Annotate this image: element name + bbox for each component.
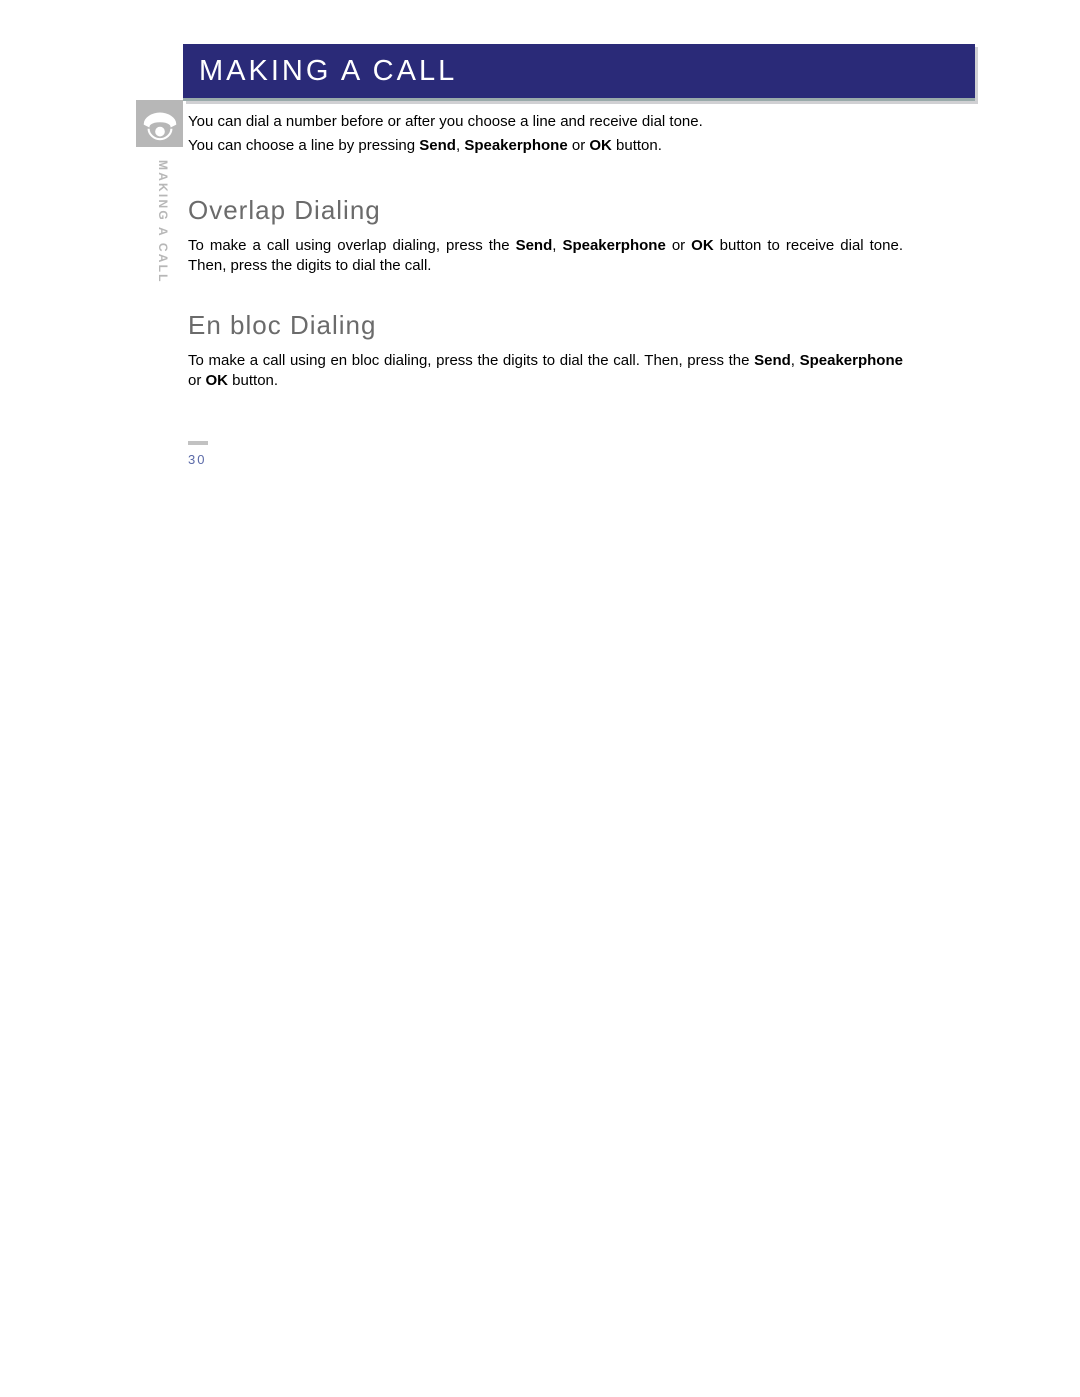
send-label: Send: [516, 237, 553, 254]
section1-body: To make a call using overlap dialing, pr…: [188, 236, 903, 277]
phone-handset-icon-svg: [141, 105, 179, 143]
text: To make a call using overlap dialing, pr…: [188, 237, 516, 254]
page-number: 30: [188, 452, 206, 467]
send-label: Send: [419, 137, 456, 154]
speakerphone-label: Speakerphone: [562, 237, 665, 254]
send-label: Send: [754, 352, 791, 369]
text: or: [666, 237, 691, 254]
section2-body: To make a call using en bloc dialing, pr…: [188, 351, 903, 392]
speakerphone-label: Speakerphone: [464, 137, 567, 154]
side-vertical-label: MAKING A CALL: [156, 160, 170, 284]
body-content: You can dial a number before or after yo…: [188, 112, 903, 392]
speakerphone-label: Speakerphone: [800, 352, 903, 369]
chapter-title: MAKING A CALL: [199, 55, 457, 88]
text: You can choose a line by pressing: [188, 137, 419, 154]
phone-handset-icon: [136, 100, 183, 147]
document-page: MAKING A CALL MAKING A CALL You can dial…: [0, 0, 1080, 1397]
text: button.: [228, 372, 278, 389]
text: button.: [612, 137, 662, 154]
intro-line-2: You can choose a line by pressing Send, …: [188, 136, 903, 156]
intro-line-1: You can dial a number before or after yo…: [188, 112, 903, 132]
text: or: [568, 137, 590, 154]
text: or: [188, 372, 206, 389]
text: To make a call using en bloc dialing, pr…: [188, 352, 754, 369]
ok-label: OK: [589, 137, 612, 154]
ok-label: OK: [691, 237, 714, 254]
page-number-divider: [188, 441, 208, 445]
text: ,: [552, 237, 562, 254]
section-heading-overlap: Overlap Dialing: [188, 195, 903, 226]
ok-label: OK: [206, 372, 229, 389]
text: ,: [791, 352, 800, 369]
chapter-title-bar: MAKING A CALL: [183, 44, 975, 101]
section-heading-enbloc: En bloc Dialing: [188, 310, 903, 341]
